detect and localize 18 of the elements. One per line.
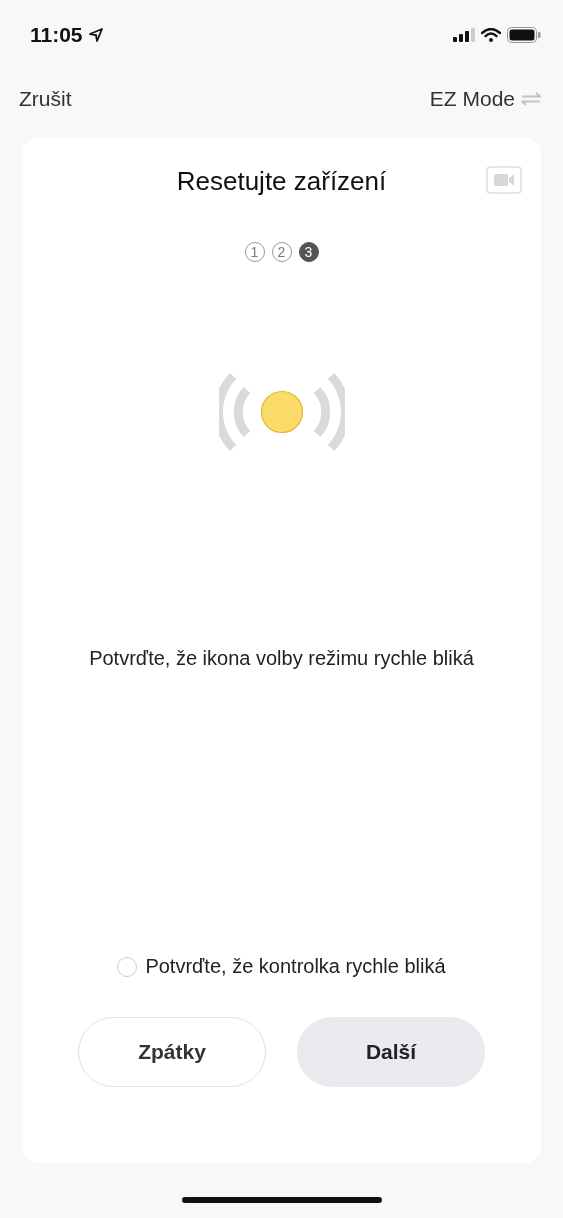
mode-link[interactable]: EZ Mode bbox=[429, 87, 515, 111]
signal-icon bbox=[453, 28, 475, 42]
instruction-text: Potvrďte, že ikona volby režimu rychle bliká bbox=[88, 646, 475, 671]
swap-arrows-icon[interactable] bbox=[521, 92, 541, 106]
wifi-icon bbox=[481, 28, 501, 42]
video-camera-icon[interactable] bbox=[486, 166, 522, 194]
status-time: 11:05 bbox=[30, 23, 83, 47]
radio-button[interactable] bbox=[117, 956, 138, 977]
cancel-link[interactable]: Zrušit bbox=[19, 87, 72, 111]
step-indicator: 3 bbox=[298, 242, 319, 262]
step-indicator: 1 bbox=[244, 242, 265, 262]
step-indicator: 2 bbox=[271, 242, 292, 262]
card-title: Resetujte zařízení bbox=[176, 165, 387, 198]
next-button[interactable]: Další bbox=[297, 1017, 485, 1087]
confirm-label[interactable]: Potvrďte, že kontrolka rychle bliká bbox=[145, 955, 446, 978]
back-button[interactable]: Zpátky bbox=[78, 1017, 266, 1087]
battery-icon bbox=[507, 27, 541, 43]
location-arrow-icon bbox=[88, 28, 103, 42]
